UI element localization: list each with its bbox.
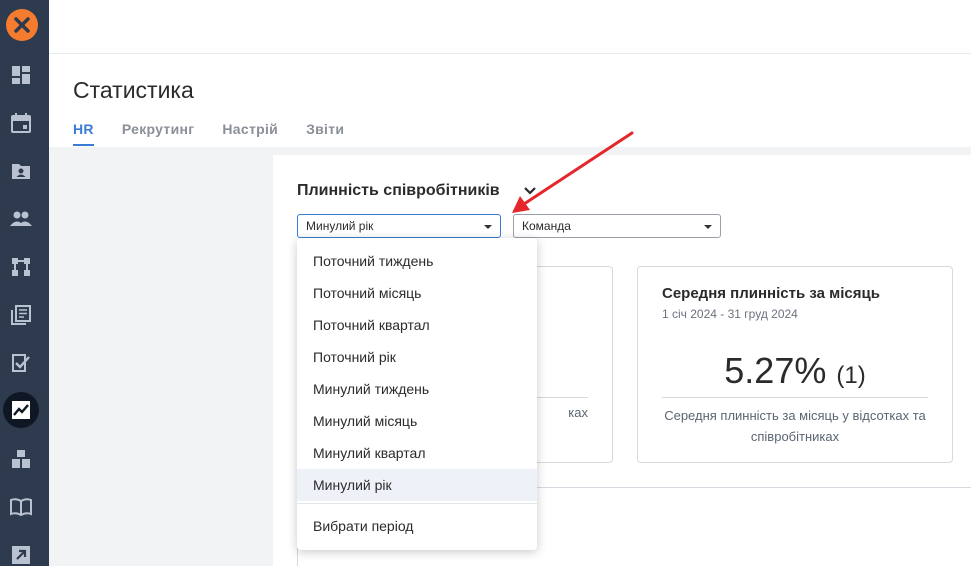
tasks-checklist-icon [12, 354, 30, 372]
caret-down-icon [484, 225, 492, 229]
period-option[interactable]: Поточний місяць [297, 277, 537, 309]
sidebar-item-knowledge[interactable] [10, 496, 32, 518]
documents-icon [11, 305, 31, 325]
monthly-turnover-title: Середня плинність за місяць [662, 285, 880, 302]
sidebar-item-dashboard[interactable] [10, 64, 32, 86]
period-select[interactable]: Минулий рік [297, 214, 501, 238]
period-option[interactable]: Минулий тиждень [297, 373, 537, 405]
sidebar-item-statistics[interactable] [3, 392, 39, 428]
period-dropdown: Поточний тиждень Поточний місяць Поточни… [297, 238, 537, 550]
team-select-value: Команда [522, 219, 571, 233]
period-option[interactable]: Минулий місяць [297, 405, 537, 437]
period-option-selected[interactable]: Минулий рік [297, 469, 537, 501]
period-option[interactable]: Поточний квартал [297, 309, 537, 341]
sidebar-item-tasks[interactable] [10, 352, 32, 374]
inventory-boxes-icon [12, 450, 30, 468]
turnover-card-title: Плинність співробітників [297, 182, 500, 199]
statistics-chart-icon [12, 401, 30, 419]
monthly-turnover-count: (1) [836, 362, 866, 389]
sidebar-item-external[interactable] [10, 544, 32, 566]
tab-recruiting[interactable]: Рекрутинг [122, 121, 195, 146]
monthly-turnover-value: 5.27% (1) [638, 350, 952, 392]
knowledge-book-icon [10, 498, 32, 517]
page-header: Статистика HR Рекрутинг Настрій Звіти [49, 55, 971, 147]
page-title: Статистика [73, 77, 194, 103]
tab-mood[interactable]: Настрій [222, 121, 278, 146]
sidebar [0, 0, 49, 566]
period-select-value: Минулий рік [306, 219, 374, 233]
contact-folder-icon [12, 164, 30, 179]
period-option[interactable]: Поточний рік [297, 341, 537, 373]
monthly-turnover-description: Середня плинність за місяць у відсотках … [664, 408, 926, 444]
dashboard-icon [12, 66, 30, 84]
tab-reports[interactable]: Звіти [306, 121, 344, 146]
team-select[interactable]: Команда [513, 214, 721, 238]
external-link-icon [12, 546, 30, 564]
org-structure-icon [12, 258, 30, 276]
period-option[interactable]: Поточний тиждень [297, 245, 537, 277]
monthly-turnover-card: Середня плинність за місяць 1 січ 2024 -… [637, 266, 953, 463]
sidebar-item-contacts[interactable] [10, 160, 32, 182]
app-logo[interactable] [6, 9, 38, 41]
sidebar-item-documents[interactable] [10, 304, 32, 326]
turnover-stat-description: ках [568, 405, 588, 420]
caret-down-icon [704, 225, 712, 229]
logo-x-icon [14, 17, 30, 33]
statistics-tabs: HR Рекрутинг Настрій Звіти [73, 121, 372, 146]
top-bar [49, 0, 971, 54]
tab-hr[interactable]: HR [73, 121, 94, 146]
monthly-turnover-date-range: 1 січ 2024 - 31 груд 2024 [662, 307, 798, 321]
period-option[interactable]: Минулий квартал [297, 437, 537, 469]
sidebar-item-inventory[interactable] [10, 448, 32, 470]
sidebar-item-people[interactable] [10, 208, 32, 230]
sidebar-item-calendar[interactable] [10, 112, 32, 134]
sidebar-item-structure[interactable] [10, 256, 32, 278]
chevron-down-icon[interactable] [523, 186, 537, 196]
calendar-icon [11, 113, 31, 133]
custom-period-option[interactable]: Вибрати період [297, 510, 537, 542]
people-icon [10, 211, 32, 226]
stat-divider [662, 397, 928, 398]
dropdown-separator [297, 503, 537, 504]
monthly-turnover-percent: 5.27% [724, 350, 827, 391]
